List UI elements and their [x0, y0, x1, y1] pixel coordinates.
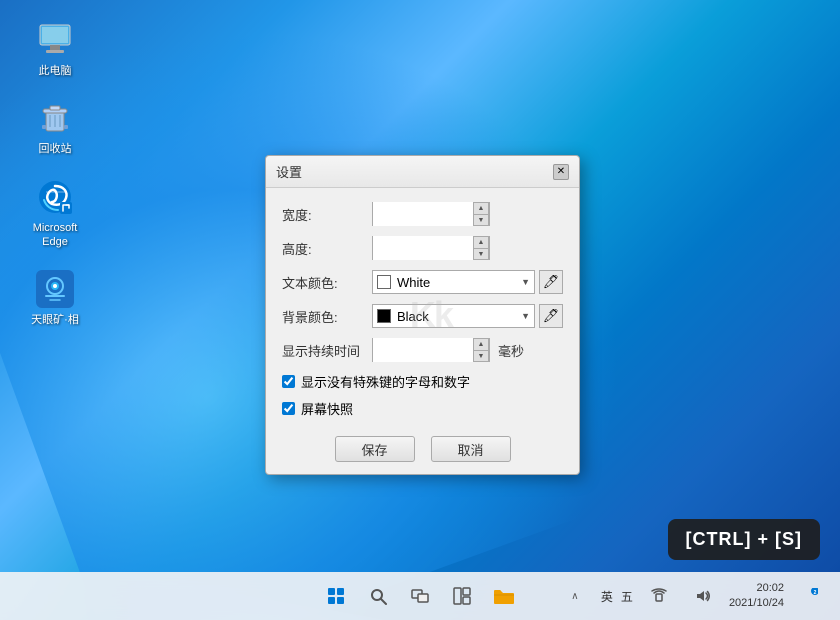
date-display: 2021/10/24: [729, 596, 784, 611]
recycle-bin-icon: [35, 98, 75, 138]
save-button[interactable]: 保存: [335, 436, 415, 462]
snap-button[interactable]: [444, 578, 480, 614]
tianyan-label: 天眼矿·相: [31, 313, 79, 327]
duration-spin-up[interactable]: ▲: [473, 338, 489, 350]
tianyan-icon: [35, 269, 75, 309]
desktop: 此电脑 回收站: [0, 0, 840, 620]
bg-color-name: Black: [397, 309, 519, 324]
dialog-close-button[interactable]: ✕: [553, 164, 569, 180]
notification-button[interactable]: 2: [792, 578, 828, 614]
height-spin-arrows: ▲ ▼: [473, 236, 489, 260]
bg-color-dropdown[interactable]: Black ▼: [372, 304, 535, 328]
task-view-button[interactable]: [402, 578, 438, 614]
duration-row: 显示持续时间 5000 ▲ ▼ 毫秒: [282, 338, 563, 362]
tray-lang1: 英: [601, 588, 613, 605]
width-spin-down[interactable]: ▼: [473, 214, 489, 226]
duration-input-wrap: 5000 ▲ ▼ 毫秒: [372, 338, 524, 362]
checkbox2-label[interactable]: 屏幕快照: [301, 399, 353, 418]
tray-expand-button[interactable]: ∧: [557, 578, 593, 614]
text-color-dropdown[interactable]: White ▼: [372, 270, 535, 294]
width-spin-up[interactable]: ▲: [473, 202, 489, 214]
text-color-row: 文本颜色: White ▼ 🖊: [282, 270, 563, 294]
width-spinbox[interactable]: 220 ▲ ▼: [372, 202, 490, 226]
desktop-icon-tianyan[interactable]: 天眼矿·相: [20, 269, 90, 327]
checkbox1-label[interactable]: 显示没有特殊键的字母和数字: [301, 372, 470, 391]
edge-label: Microsoft Edge: [20, 221, 90, 250]
dialog-buttons: 保存 取消: [282, 428, 563, 462]
width-label: 宽度:: [282, 205, 372, 224]
height-spin-up[interactable]: ▲: [473, 236, 489, 248]
duration-spin-down[interactable]: ▼: [473, 350, 489, 362]
checkbox2-row: 屏幕快照: [282, 399, 563, 418]
height-label: 高度:: [282, 239, 372, 258]
text-color-label: 文本颜色:: [282, 273, 372, 292]
shortcut-hint: [CTRL] + [S]: [668, 519, 820, 560]
bg-color-edit-button[interactable]: 🖊: [539, 304, 563, 328]
volume-icon[interactable]: [685, 578, 721, 614]
bg-color-row: 背景颜色: Black ▼ 🖊: [282, 304, 563, 328]
duration-label: 显示持续时间: [282, 341, 372, 360]
text-color-dropdown-arrow: ▼: [521, 277, 530, 287]
taskbar-center: [318, 578, 522, 614]
desktop-icons-area: 此电脑 回收站: [20, 20, 90, 327]
file-explorer-button[interactable]: [486, 578, 522, 614]
checkbox1-row: 显示没有特殊键的字母和数字: [282, 372, 563, 391]
monitor-icon: [35, 20, 75, 60]
desktop-icon-recycle-bin[interactable]: 回收站: [20, 98, 90, 156]
bg-color-label: 背景颜色:: [282, 307, 372, 326]
svg-text:2: 2: [814, 590, 817, 596]
desktop-icon-this-pc[interactable]: 此电脑: [20, 20, 90, 78]
taskbar-time[interactable]: 20:02 2021/10/24: [729, 581, 784, 612]
recycle-bin-label: 回收站: [39, 142, 72, 156]
width-input[interactable]: 220: [373, 202, 473, 226]
dialog-titlebar: 设置 ✕: [266, 156, 579, 188]
cancel-button[interactable]: 取消: [431, 436, 511, 462]
text-color-swatch: [377, 275, 391, 289]
checkbox1-input[interactable]: [282, 375, 295, 388]
network-icon[interactable]: [641, 578, 677, 614]
this-pc-label: 此电脑: [39, 64, 72, 78]
settings-dialog: 设置 ✕ 宽度: 220 ▲ ▼ 高度:: [265, 155, 580, 475]
height-row: 高度: 100 ▲ ▼: [282, 236, 563, 260]
tray-lang2: 五: [621, 588, 633, 605]
text-color-select-wrap: White ▼ 🖊: [372, 270, 563, 294]
width-spin-arrows: ▲ ▼: [473, 202, 489, 226]
taskbar: ∧ 英 五 20:02 20: [0, 572, 840, 620]
height-spinbox[interactable]: 100 ▲ ▼: [372, 236, 490, 260]
width-row: 宽度: 220 ▲ ▼: [282, 202, 563, 226]
bg-color-swatch: [377, 309, 391, 323]
height-input[interactable]: 100: [373, 236, 473, 260]
text-color-name: White: [397, 275, 519, 290]
desktop-icon-edge[interactable]: Microsoft Edge: [20, 177, 90, 250]
height-spin-down[interactable]: ▼: [473, 248, 489, 260]
time-display: 20:02: [729, 581, 784, 596]
duration-unit: 毫秒: [498, 341, 524, 360]
duration-input[interactable]: 5000: [373, 338, 473, 362]
search-button[interactable]: [360, 578, 396, 614]
checkbox2-input[interactable]: [282, 402, 295, 415]
dialog-body: 宽度: 220 ▲ ▼ 高度: 100 ▲: [266, 188, 579, 474]
duration-spinbox[interactable]: 5000 ▲ ▼: [372, 338, 490, 362]
bg-color-dropdown-arrow: ▼: [521, 311, 530, 321]
duration-spin-arrows: ▲ ▼: [473, 338, 489, 362]
dialog-title: 设置: [276, 162, 302, 181]
bg-color-select-wrap: Black ▼ 🖊: [372, 304, 563, 328]
taskbar-right: ∧ 英 五 20:02 20: [557, 578, 828, 614]
start-button[interactable]: [318, 578, 354, 614]
text-color-edit-button[interactable]: 🖊: [539, 270, 563, 294]
edge-icon: [35, 177, 75, 217]
